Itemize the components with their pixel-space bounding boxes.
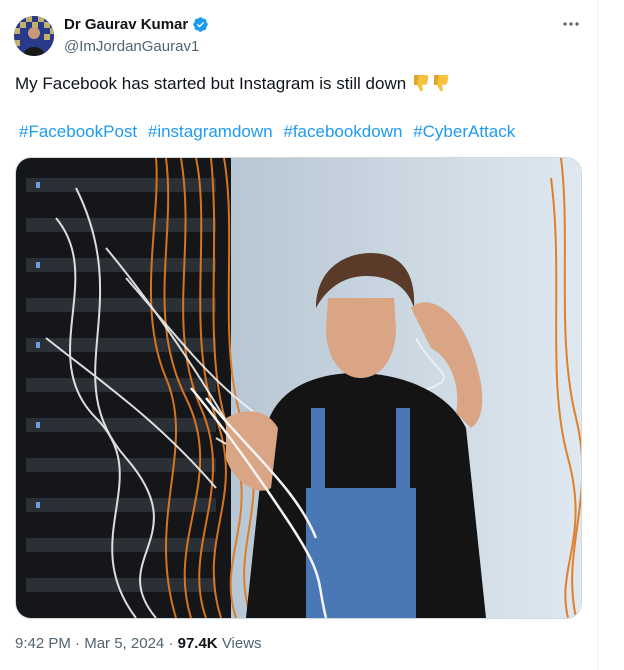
ellipsis-icon xyxy=(563,22,579,26)
more-options-button[interactable] xyxy=(560,14,582,34)
thumbs-down-icon xyxy=(433,75,449,92)
hashtag-link[interactable]: #instagramdown xyxy=(148,122,273,141)
hashtag-link[interactable]: #facebookdown xyxy=(283,122,402,141)
hashtag-link[interactable]: #FacebookPost xyxy=(19,122,137,141)
hashtag-link[interactable]: #CyberAttack xyxy=(413,122,515,141)
tweet-text: My Facebook has started but Instagram is… xyxy=(15,73,451,95)
thumbs-down-icon xyxy=(413,75,429,92)
hashtag-list: #FacebookPost #instagramdown #facebookdo… xyxy=(19,121,521,143)
views-label: Views xyxy=(221,635,262,652)
tweet-date[interactable]: Mar 5, 2024 xyxy=(84,635,164,652)
author-name-row: Dr Gaurav Kumar xyxy=(64,16,209,33)
column-divider xyxy=(597,0,598,670)
tweet: Dr Gaurav Kumar @ImJordanGaurav1 My Face… xyxy=(0,0,597,670)
views-count: 97.4K xyxy=(177,635,218,652)
avatar-image xyxy=(14,16,54,56)
photo-illustration xyxy=(16,158,581,618)
author-handle[interactable]: @ImJordanGaurav1 xyxy=(64,38,199,55)
tweet-meta: 9:42 PM · Mar 5, 2024 · 97.4K Views xyxy=(15,635,262,652)
tweet-time[interactable]: 9:42 PM xyxy=(15,635,71,652)
meta-separator: · xyxy=(168,635,174,652)
author-display-name[interactable]: Dr Gaurav Kumar xyxy=(64,16,188,33)
tweet-photo[interactable] xyxy=(15,157,582,619)
verified-badge-icon xyxy=(193,17,208,32)
tweet-text-body: My Facebook has started but Instagram is… xyxy=(15,74,407,93)
author-avatar[interactable] xyxy=(14,16,54,56)
meta-separator: · xyxy=(75,635,81,652)
